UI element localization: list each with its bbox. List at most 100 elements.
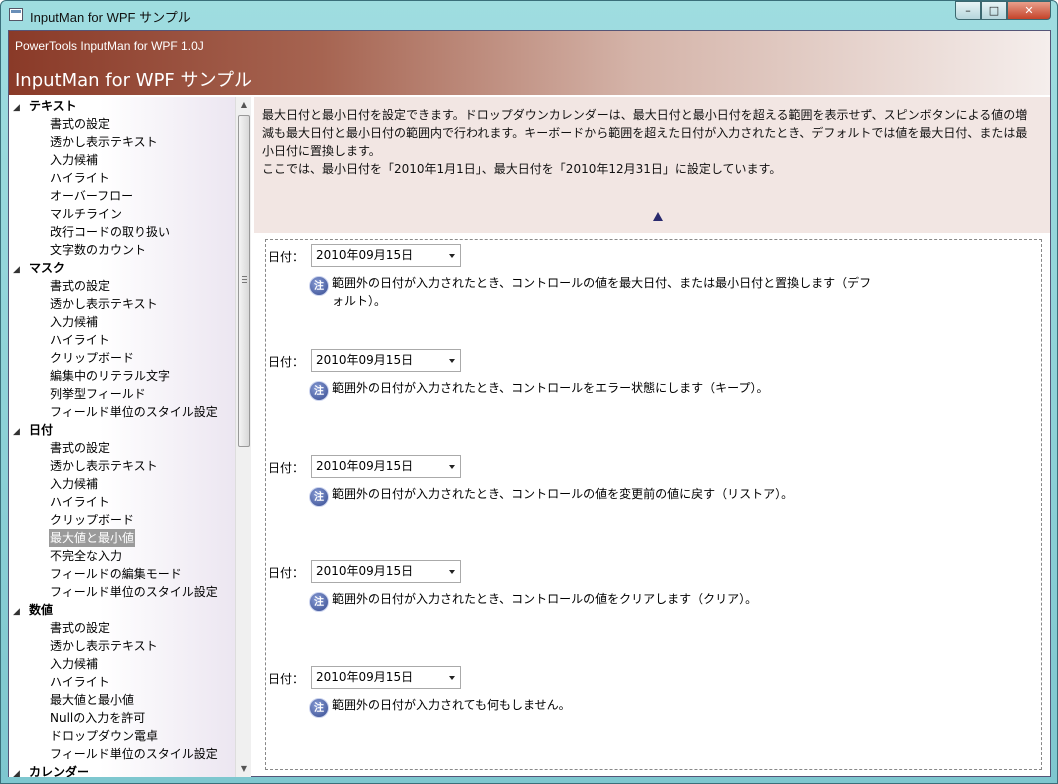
date-input[interactable]: 2010年09月15日 xyxy=(311,349,461,372)
tree-category[interactable]: ◢ マスク xyxy=(13,259,65,277)
tree-item[interactable]: クリップボード xyxy=(49,511,135,529)
date-label: 日付： xyxy=(268,250,305,264)
date-value: 2010年09月15日 xyxy=(316,353,414,367)
tree-item[interactable]: フィールドの編集モード xyxy=(49,565,183,583)
tree-item[interactable]: ドロップダウン電卓 xyxy=(49,727,159,745)
tree-item[interactable]: 列挙型フィールド xyxy=(49,385,147,403)
tree-item[interactable]: 編集中のリテラル文字 xyxy=(49,367,171,385)
dropdown-arrow-icon[interactable] xyxy=(449,359,455,363)
dropdown-arrow-icon[interactable] xyxy=(449,465,455,469)
date-value: 2010年09月15日 xyxy=(316,670,414,684)
tree-item[interactable]: オーバーフロー xyxy=(49,187,134,205)
date-input[interactable]: 2010年09月15日 xyxy=(311,560,461,583)
tree-item[interactable]: ハイライト xyxy=(49,673,111,691)
tree-item[interactable]: 最大値と最小値 xyxy=(49,529,136,547)
tree-item[interactable]: 透かし表示テキスト xyxy=(49,637,159,655)
tree-item[interactable]: マルチライン xyxy=(49,205,123,223)
tree-item[interactable]: 書式の設定 xyxy=(49,619,111,637)
sample-tree: ◢ テキスト 書式の設定 透かし表示テキスト 入力候補 ハイライト オーバーフロー マルチライ… xyxy=(9,97,235,777)
note-icon: 注 xyxy=(309,698,329,718)
sample-panel: 日付： 2010年09月15日注範囲外の日付が入力されたとき、コントロールの値を最… xyxy=(265,239,1042,770)
tree-item[interactable]: ハイライト xyxy=(49,331,111,349)
app-icon xyxy=(9,8,23,21)
tree-item[interactable]: ハイライト xyxy=(49,169,111,187)
page-title: InputMan for WPF サンプル xyxy=(15,70,252,91)
tree-item[interactable]: ハイライト xyxy=(49,493,111,511)
date-label: 日付： xyxy=(268,461,305,475)
expand-arrow-icon[interactable]: ◢ xyxy=(13,261,29,279)
caption-buttons: – □ ✕ xyxy=(955,1,1051,21)
date-value: 2010年09月15日 xyxy=(316,248,414,262)
tree-category-label: カレンダー xyxy=(29,765,90,777)
tree-item[interactable]: 書式の設定 xyxy=(49,439,111,457)
dropdown-arrow-icon[interactable] xyxy=(449,254,455,258)
tree-scrollbar[interactable]: ▲ ▼ xyxy=(235,97,251,777)
header-banner: PowerTools InputMan for WPF 1.0J InputMa… xyxy=(9,31,1050,95)
description-panel: 最大日付と最小日付を設定できます。ドロップダウンカレンダーは、最大日付と最小日付… xyxy=(254,97,1050,233)
note-text: 範囲外の日付が入力されたとき、コントロールの値を最大日付、または最小日付と置換し… xyxy=(332,276,872,308)
tree-item[interactable]: 最大値と最小値 xyxy=(49,691,135,709)
tree-category[interactable]: ◢ カレンダー xyxy=(13,763,89,777)
tree-item[interactable]: フィールド単位のスタイル設定 xyxy=(49,583,219,601)
tree-category[interactable]: ◢ 数値 xyxy=(13,601,53,619)
close-button[interactable]: ✕ xyxy=(1007,1,1051,20)
note-text: 範囲外の日付が入力されたとき、コントロールの値を変更前の値に戻す（リストア）。 xyxy=(332,487,794,501)
tree-item[interactable]: 入力候補 xyxy=(49,475,99,493)
tree-category-label: 日付 xyxy=(29,423,54,437)
tree-category-label: マスク xyxy=(29,261,66,275)
note-text: 範囲外の日付が入力されたとき、コントロールをエラー状態にします（キープ）。 xyxy=(332,381,769,395)
date-input[interactable]: 2010年09月15日 xyxy=(311,455,461,478)
collapse-arrow-icon[interactable] xyxy=(653,212,663,221)
note-icon: 注 xyxy=(309,276,329,296)
scroll-down-icon[interactable]: ▼ xyxy=(236,761,252,777)
tree-item[interactable]: 入力候補 xyxy=(49,151,99,169)
tree-item[interactable]: 文字数のカウント xyxy=(49,241,147,259)
tree-category-label: 数値 xyxy=(29,603,54,617)
tree-item[interactable]: 透かし表示テキスト xyxy=(49,457,159,475)
description-line: 小日付に置換します。 xyxy=(262,144,381,158)
tree-item[interactable]: 改行コードの取り扱い xyxy=(49,223,171,241)
tree-item[interactable]: 透かし表示テキスト xyxy=(49,133,159,151)
maximize-button[interactable]: □ xyxy=(981,1,1007,20)
tree-item[interactable]: 入力候補 xyxy=(49,655,99,673)
date-value: 2010年09月15日 xyxy=(316,564,414,578)
client-area: PowerTools InputMan for WPF 1.0J InputMa… xyxy=(8,30,1051,777)
title-bar[interactable]: InputMan for WPF サンプル – □ ✕ xyxy=(1,1,1057,29)
date-label: 日付： xyxy=(268,355,305,369)
dropdown-arrow-icon[interactable] xyxy=(449,570,455,574)
dropdown-arrow-icon[interactable] xyxy=(449,676,455,680)
note-icon: 注 xyxy=(309,487,329,507)
expand-arrow-icon[interactable]: ◢ xyxy=(13,99,29,117)
description-line: ここでは、最小日付を「2010年1月1日」、最大日付を「2010年12月31日」… xyxy=(262,162,782,176)
tree-item[interactable]: 書式の設定 xyxy=(49,277,111,295)
expand-arrow-icon[interactable]: ◢ xyxy=(13,603,29,621)
tree-item[interactable]: 不完全な入力 xyxy=(49,547,123,565)
date-label: 日付： xyxy=(268,566,305,580)
minimize-button[interactable]: – xyxy=(955,1,981,20)
tree-category[interactable]: ◢ 日付 xyxy=(13,421,53,439)
window-title: InputMan for WPF サンプル xyxy=(30,10,191,25)
expand-arrow-icon[interactable]: ◢ xyxy=(13,765,29,777)
tree-item[interactable]: 入力候補 xyxy=(49,313,99,331)
product-name: PowerTools InputMan for WPF 1.0J xyxy=(15,39,204,53)
tree-item[interactable]: 透かし表示テキスト xyxy=(49,295,159,313)
description-line: 最大日付と最小日付を設定できます。ドロップダウンカレンダーは、最大日付と最小日付… xyxy=(262,108,1028,122)
tree-item[interactable]: フィールド単位のスタイル設定 xyxy=(49,403,219,421)
tree-category-label: テキスト xyxy=(29,99,77,113)
date-value: 2010年09月15日 xyxy=(316,459,414,473)
scroll-up-icon[interactable]: ▲ xyxy=(236,97,252,113)
expand-arrow-icon[interactable]: ◢ xyxy=(13,423,29,441)
note-text: 範囲外の日付が入力されたとき、コントロールの値をクリアします（クリア）。 xyxy=(332,592,758,606)
note-text: 範囲外の日付が入力されても何もしません。 xyxy=(332,698,571,712)
date-input[interactable]: 2010年09月15日 xyxy=(311,244,461,267)
app-window: InputMan for WPF サンプル – □ ✕ PowerTools I… xyxy=(0,0,1058,784)
note-icon: 注 xyxy=(309,592,329,612)
tree-item[interactable]: フィールド単位のスタイル設定 xyxy=(49,745,219,763)
tree-item[interactable]: 書式の設定 xyxy=(49,115,111,133)
tree-category[interactable]: ◢ テキスト xyxy=(13,97,77,115)
tree-item[interactable]: Nullの入力を許可 xyxy=(49,709,146,727)
tree-item[interactable]: クリップボード xyxy=(49,349,135,367)
date-input[interactable]: 2010年09月15日 xyxy=(311,666,461,689)
description-line: 減も最大日付と最小日付の範囲内で行われます。キーボードから範囲を超えた日付が入力… xyxy=(262,126,1028,140)
scroll-thumb[interactable] xyxy=(238,115,250,447)
